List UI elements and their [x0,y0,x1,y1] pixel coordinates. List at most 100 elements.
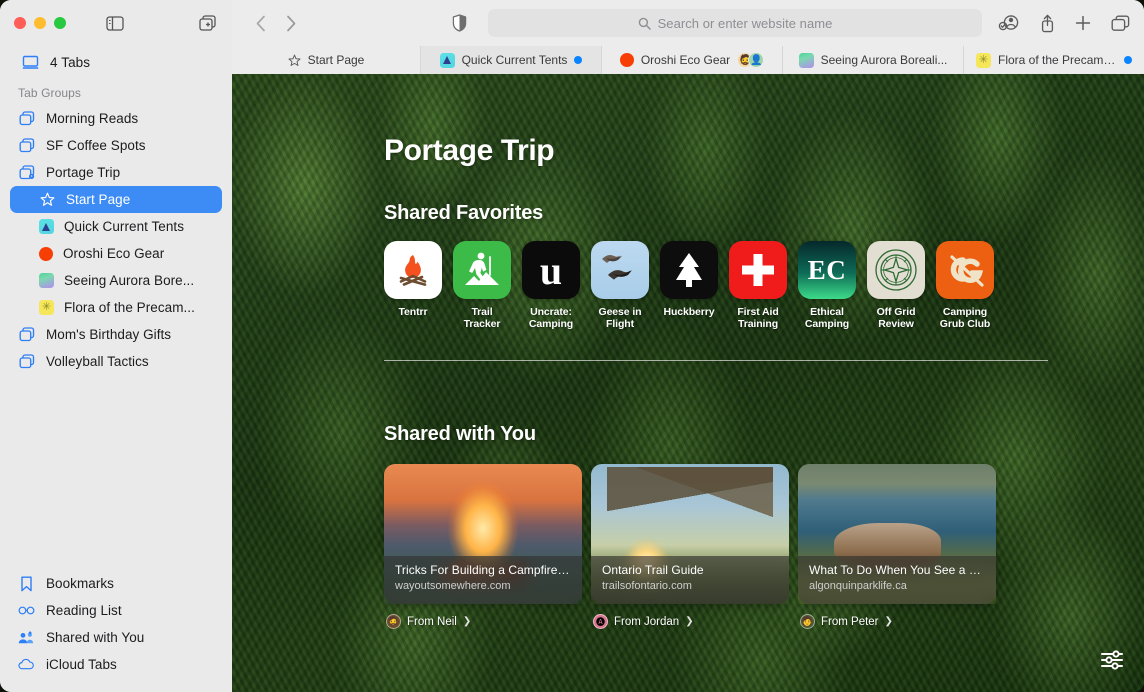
sidebar-item-label: Oroshi Eco Gear [63,246,165,261]
favorite-uncrate-camping[interactable]: u Geese in Flight Uncrate: Camping [522,241,580,330]
close-button[interactable] [14,17,26,29]
tabs-count-row[interactable]: 4 Tabs [0,46,232,76]
sidebar-icon[interactable] [106,15,124,31]
sidebar-item-label: Start Page [66,192,131,207]
tab-groups-header: Tab Groups [18,86,82,100]
address-bar-placeholder: Search or enter website name [657,15,833,31]
favorite-camping-grub-club[interactable]: Camping Grub Club [936,241,994,330]
star-icon [39,191,56,208]
card-meta: What To Do When You See a Moo... algonqu… [798,556,996,604]
tab-label: Start Page [307,53,365,67]
forward-button[interactable] [276,8,306,38]
cloud-icon [18,656,35,673]
sidebar-bottom-list: Bookmarks Reading List Shared with You i… [0,570,232,692]
new-tab-group-icon[interactable] [199,14,218,32]
shield-icon[interactable] [444,8,474,38]
card-title: What To Do When You See a Moo... [809,563,985,577]
display-icon [22,55,39,70]
sidebar-item-oroshi-eco-gear[interactable]: Oroshi Eco Gear [10,240,222,267]
favorite-huckberry[interactable]: Huckberry [660,241,718,330]
tab-flora-precambrian[interactable]: Flora of the Precambi... [963,46,1144,74]
favorite-trail-tracker[interactable]: Trail Tracker [453,241,511,330]
chevron-right-icon: ❯ [462,616,472,627]
avatar: 🅐 [593,614,608,629]
start-page-scroll[interactable]: Portage Trip Shared Favorites Tentrr Tra… [232,74,1144,692]
unread-badge [574,56,583,64]
sidebar: 4 Tabs Tab Groups Morning Reads SF Coffe… [0,0,232,692]
shared-card-campfire[interactable]: Tricks For Building a Campfire—F... wayo… [384,464,582,629]
favicon-tents-icon [39,219,54,234]
sliders-icon[interactable] [1098,646,1126,674]
favorite-ethical-camping[interactable]: EC Ethical Camping [798,241,856,330]
sidebar-item-shared-with-you[interactable]: Shared with You [10,624,222,651]
sidebar-item-label: Morning Reads [46,111,139,126]
address-bar[interactable]: Search or enter website name [488,9,982,37]
toolbar-actions [998,14,1130,33]
tab-group-icon [18,353,35,370]
pine-tree-icon [660,241,718,299]
shared-with-you-heading: Shared with You [384,423,536,445]
card-domain: algonquinparklife.ca [809,580,907,592]
sidebar-item-flora-precambrian[interactable]: Flora of the Precam... [10,294,222,321]
chevron-right-icon: ❯ [884,616,893,627]
letters-ec-icon: EC [798,241,856,299]
shared-card-moose[interactable]: What To Do When You See a Moo... algonqu… [798,464,996,629]
sidebar-list: Morning Reads SF Coffee Spots Portage Tr… [0,105,232,375]
glasses-icon [18,602,35,619]
favorite-off-grid-review[interactable]: Off Grid Review [867,241,925,330]
search-icon [638,17,651,30]
minimize-button[interactable] [34,17,46,29]
new-tab-icon[interactable] [1075,15,1091,31]
favorite-label: Ethical Camping [804,306,850,330]
shared-from-row[interactable]: 🧑 From Peter ❯ [798,614,996,629]
sidebar-item-start-page[interactable]: Start Page [10,186,222,213]
toolbar: Search or enter website name [232,0,1144,46]
sidebar-item-portage-trip[interactable]: Portage Trip [10,159,222,186]
sidebar-item-bookmarks[interactable]: Bookmarks [10,570,222,597]
avatar: 👤 [748,52,765,68]
sidebar-item-icloud-tabs[interactable]: iCloud Tabs [10,651,222,678]
sidebar-item-seeing-aurora[interactable]: Seeing Aurora Bore... [10,267,222,294]
tab-group-icon [18,326,35,343]
share-participants-icon[interactable] [998,14,1020,32]
shared-from-row[interactable]: 🧔 From Neil ❯ [384,614,582,629]
sidebar-item-label: Bookmarks [46,576,114,591]
tab-group-shared-icon [18,164,35,181]
tab-quick-current-tents[interactable]: Quick Current Tents [420,46,601,74]
shared-favorites-row: Tentrr Trail Tracker u Uncrate: Camping … [384,241,1096,330]
favicon-aurora-icon [798,52,814,68]
section-divider [384,360,1048,361]
safari-window: 4 Tabs Tab Groups Morning Reads SF Coffe… [0,0,1144,692]
hiker-icon [453,241,511,299]
sidebar-item-label: SF Coffee Spots [46,138,146,153]
share-icon[interactable] [1040,14,1055,33]
favorite-geese-in-flight[interactable]: Geese in Flight [591,241,649,330]
favorite-tentrr[interactable]: Tentrr [384,241,442,330]
sidebar-item-moms-birthday-gifts[interactable]: Mom's Birthday Gifts [10,321,222,348]
tab-group-icon [18,110,35,127]
tab-start-page[interactable]: Start Page [232,46,420,74]
card-domain: wayoutsomewhere.com [395,580,511,592]
shared-people-icon [18,629,35,646]
sidebar-item-label: Seeing Aurora Bore... [64,273,195,288]
unread-badge [1124,56,1132,64]
tab-seeing-aurora[interactable]: Seeing Aurora Boreali... [782,46,963,74]
sidebar-item-quick-current-tents[interactable]: Quick Current Tents [10,213,222,240]
shared-favorites-heading: Shared Favorites [384,202,544,224]
tab-oroshi-eco-gear[interactable]: Oroshi Eco Gear 🧔 👤 [601,46,782,74]
sidebar-item-reading-list[interactable]: Reading List [10,597,222,624]
sidebar-item-sf-coffee-spots[interactable]: SF Coffee Spots [10,132,222,159]
sidebar-item-volleyball-tactics[interactable]: Volleyball Tactics [10,348,222,375]
shared-from-row[interactable]: 🅐 From Jordan ❯ [591,614,789,629]
zoom-button[interactable] [54,17,66,29]
sidebar-item-morning-reads[interactable]: Morning Reads [10,105,222,132]
back-button[interactable] [246,8,276,38]
sidebar-item-label: iCloud Tabs [46,657,117,672]
favorite-label: Trail Tracker [463,306,501,330]
shared-from-label: From Peter [821,615,879,628]
tab-group-icon [18,137,35,154]
favicon-oroshi-icon [39,246,53,261]
tab-overview-icon[interactable] [1111,15,1130,32]
shared-card-trail-guide[interactable]: Ontario Trail Guide trailsofontario.com … [591,464,789,629]
favorite-first-aid-training[interactable]: First Aid Training [729,241,787,330]
